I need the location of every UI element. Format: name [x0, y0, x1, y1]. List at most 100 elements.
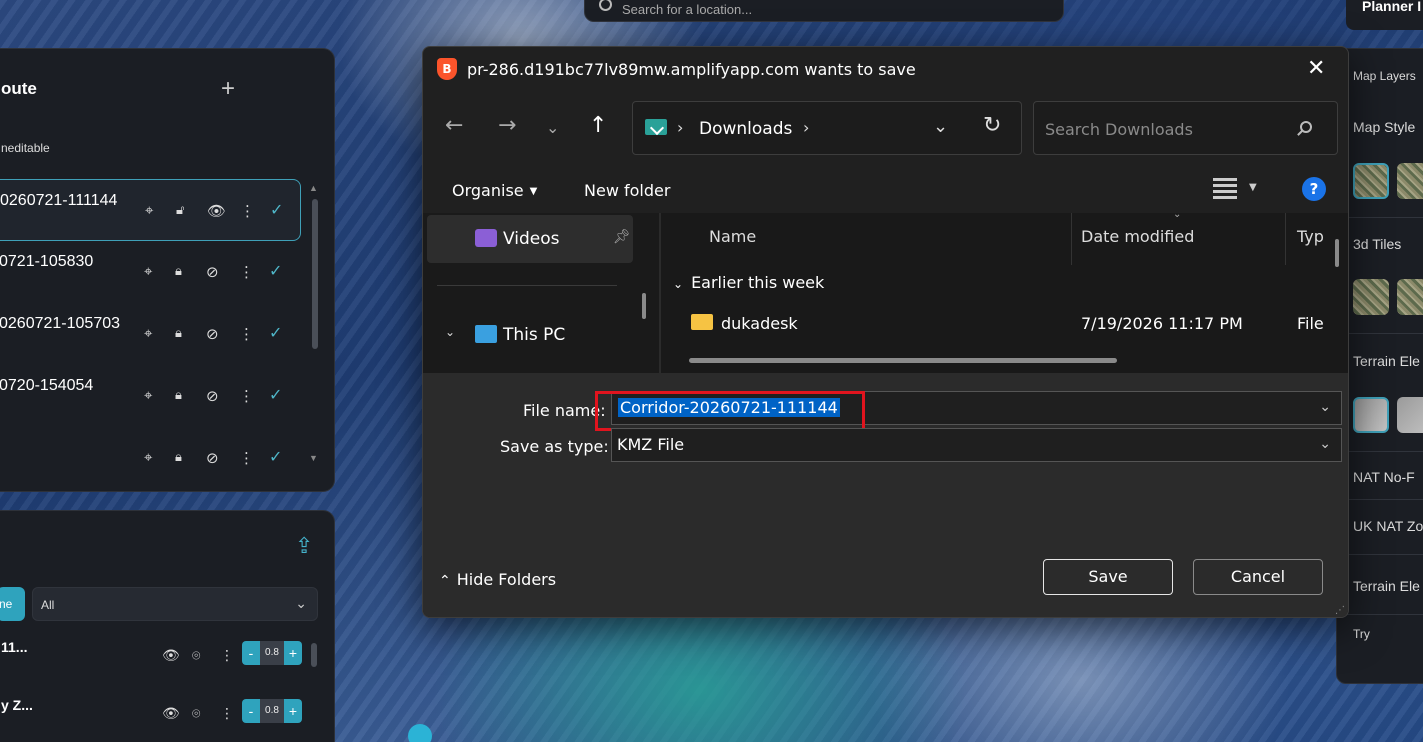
opacity-stepper[interactable]: - 0.8 + — [242, 699, 302, 723]
eye-icon[interactable]: 👁︎ — [162, 647, 180, 664]
scroll-down-icon[interactable]: ▼ — [309, 453, 318, 463]
terrain-thumb[interactable] — [1397, 397, 1423, 433]
locate-icon[interactable]: ⌖ — [145, 202, 153, 219]
nav-item-this-pc[interactable]: ⌄ This PC — [427, 311, 633, 359]
planner-tab[interactable]: Planner I — [1346, 0, 1423, 30]
new-folder-button[interactable]: New folder — [584, 181, 670, 200]
eye-off-icon[interactable]: ⊘ — [206, 449, 219, 467]
address-bar[interactable]: › Downloads › ⌄ ↻ — [632, 101, 1022, 155]
lock-icon[interactable]: 🔒︎ — [175, 449, 182, 465]
file-list-horizontal-scrollbar[interactable] — [689, 358, 1117, 363]
up-arrow-icon[interactable]: ↑ — [589, 113, 607, 138]
lock-icon[interactable]: 🔒︎ — [175, 263, 182, 279]
check-icon[interactable]: ✓ — [269, 385, 282, 405]
more-icon[interactable]: ⋮ — [220, 705, 234, 722]
locate-icon[interactable]: ⌖ — [144, 263, 152, 280]
help-icon[interactable]: ? — [1302, 177, 1326, 201]
eye-off-icon[interactable]: ⊘ — [206, 387, 219, 405]
eye-icon[interactable]: 👁︎ — [207, 202, 226, 220]
pin-icon[interactable]: ⌾ — [192, 647, 200, 664]
address-history-chevron-icon[interactable]: ⌄ — [933, 116, 948, 137]
pin-icon[interactable]: ⌾ — [192, 705, 200, 722]
upload-icon[interactable]: ⇪ — [295, 533, 313, 559]
check-icon[interactable]: ✓ — [269, 447, 282, 467]
column-header-type[interactable]: Typ — [1297, 227, 1324, 246]
layer-row[interactable]: y Z... 👁︎ ⌾ ⋮ - 0.8 + — [0, 697, 309, 737]
layer-list-scrollbar[interactable] — [311, 643, 317, 667]
check-icon[interactable]: ✓ — [269, 261, 282, 281]
more-icon[interactable]: ⋮ — [239, 263, 254, 281]
caret-down-icon[interactable]: ▼ — [1249, 182, 1257, 193]
locate-icon[interactable]: ⌖ — [144, 449, 152, 466]
breadcrumb-downloads[interactable]: Downloads — [699, 119, 792, 139]
decrease-button[interactable]: - — [242, 641, 260, 665]
search-downloads-input[interactable]: Search Downloads — [1033, 101, 1338, 155]
save-as-type-select[interactable]: KMZ File ⌄ — [611, 428, 1342, 462]
eye-icon[interactable]: 👁︎ — [162, 705, 180, 722]
map-style-satellite-thumb[interactable] — [1353, 163, 1389, 199]
route-row[interactable]: 0721-105830 ⌖ 🔒︎ ⊘ ⋮ ✓ — [0, 241, 301, 303]
location-search-bar[interactable]: Search for a location... — [584, 0, 1064, 22]
save-button[interactable]: Save — [1043, 559, 1173, 595]
check-icon[interactable]: ✓ — [269, 323, 282, 343]
more-icon[interactable]: ⋮ — [239, 449, 254, 467]
3d-tiles-thumb[interactable] — [1397, 279, 1423, 315]
route-row[interactable]: 0260721-111144 ⌖ 🔓︎ 👁︎ ⋮ ✓ — [0, 179, 301, 241]
eye-off-icon[interactable]: ⊘ — [206, 325, 219, 343]
layer-row[interactable]: 11... 👁︎ ⌾ ⋮ - 0.8 + — [0, 639, 309, 679]
column-header-name[interactable]: Name — [709, 227, 756, 246]
column-header-date-modified[interactable]: Date modified — [1081, 227, 1194, 246]
group-header-earlier-this-week[interactable]: ⌄ Earlier this week — [673, 273, 824, 292]
list-item[interactable]: dukadesk 7/19/2026 11:17 PM File — [685, 309, 1345, 337]
forward-arrow-icon[interactable]: → — [498, 113, 516, 138]
opacity-stepper[interactable]: - 0.8 + — [242, 641, 302, 665]
view-options-icon[interactable] — [1213, 178, 1237, 200]
map-marker[interactable] — [408, 724, 432, 742]
cancel-button[interactable]: Cancel — [1193, 559, 1323, 595]
dialog-titlebar[interactable]: B pr-286.d191bc77lv89mw.amplifyapp.com w… — [423, 47, 1348, 93]
locate-icon[interactable]: ⌖ — [144, 325, 152, 342]
eye-off-icon[interactable]: ⊘ — [206, 263, 219, 281]
locate-icon[interactable]: ⌖ — [144, 387, 152, 404]
layer-filter-chip[interactable]: ne — [0, 587, 25, 621]
3d-tiles-thumb[interactable] — [1353, 279, 1389, 315]
nav-pane-scrollbar[interactable] — [642, 293, 646, 319]
recent-locations-chevron-icon[interactable]: ⌄ — [546, 118, 559, 137]
file-list-vertical-scrollbar[interactable] — [1335, 239, 1339, 267]
more-icon[interactable]: ⋮ — [240, 202, 255, 220]
chevron-down-icon[interactable]: ⌄ — [445, 325, 455, 339]
terrain-thumb[interactable] — [1353, 397, 1389, 433]
layer-filter-select[interactable]: All ⌄ — [32, 587, 318, 621]
unlock-icon[interactable]: 🔓︎ — [176, 202, 184, 218]
refresh-icon[interactable]: ↻ — [983, 113, 1001, 138]
hide-folders-button[interactable]: ⌃ Hide Folders — [439, 570, 556, 589]
route-row[interactable]: 0720-154054 ⌖ 🔒︎ ⊘ ⋮ ✓ — [0, 365, 301, 427]
check-icon[interactable]: ✓ — [270, 200, 283, 220]
decrease-button[interactable]: - — [242, 699, 260, 723]
route-row[interactable]: ⌖ 🔒︎ ⊘ ⋮ ✓ — [0, 427, 301, 489]
scroll-up-icon[interactable]: ▲ — [309, 183, 318, 193]
column-separator[interactable] — [1285, 213, 1286, 265]
lock-icon[interactable]: 🔒︎ — [175, 325, 182, 341]
nav-item-videos[interactable]: Videos 📌︎ — [427, 215, 633, 263]
map-style-thumb[interactable] — [1397, 163, 1423, 199]
file-name-label: File name: — [523, 401, 606, 420]
route-list-scrollbar[interactable] — [312, 199, 318, 349]
increase-button[interactable]: + — [284, 641, 302, 665]
lock-icon[interactable]: 🔒︎ — [175, 387, 182, 403]
close-icon[interactable]: ✕ — [1307, 56, 1325, 81]
chevron-down-icon[interactable]: ⌄ — [1319, 399, 1331, 415]
back-arrow-icon[interactable]: ← — [445, 113, 463, 138]
column-separator[interactable] — [1071, 213, 1072, 265]
breadcrumb-separator-icon[interactable]: › — [803, 118, 809, 137]
add-route-button[interactable]: + — [221, 75, 235, 103]
route-row[interactable]: 0260721-105703 ⌖ 🔒︎ ⊘ ⋮ ✓ — [0, 303, 301, 365]
more-icon[interactable]: ⋮ — [220, 647, 234, 664]
pin-icon[interactable]: 📌︎ — [613, 229, 631, 245]
resize-grip-icon[interactable]: ⋰ — [1335, 605, 1345, 616]
organise-button[interactable]: Organise ▼ — [452, 181, 537, 200]
increase-button[interactable]: + — [284, 699, 302, 723]
nav-item-label: Videos — [503, 229, 560, 249]
more-icon[interactable]: ⋮ — [239, 325, 254, 343]
more-icon[interactable]: ⋮ — [239, 387, 254, 405]
